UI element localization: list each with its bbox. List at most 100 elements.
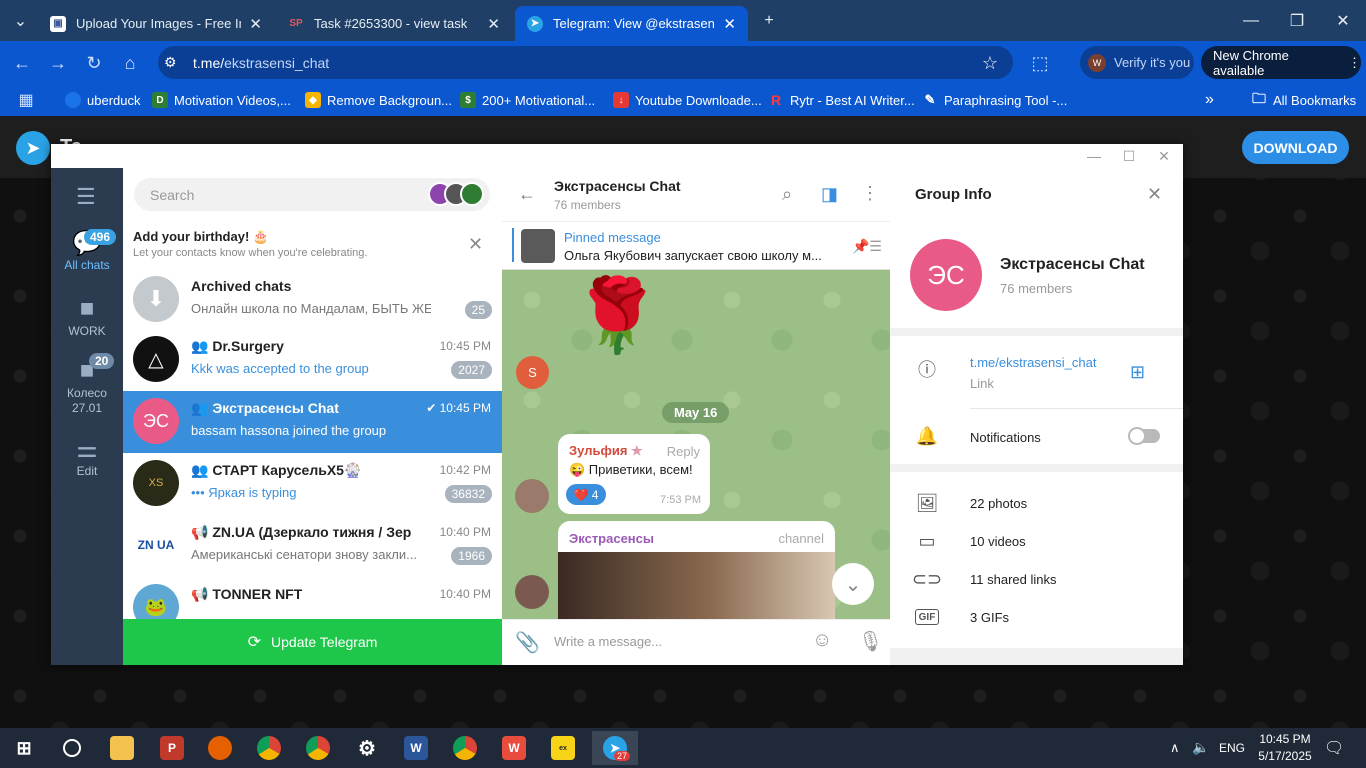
start-button[interactable]: ⊞ (4, 731, 44, 765)
channel-post-bubble[interactable]: Экстрасенсы channel (558, 521, 835, 619)
file-explorer-button[interactable] (102, 731, 142, 765)
bookmark-motivation[interactable]: D Motivation Videos,... (152, 90, 291, 110)
reaction-chip[interactable]: ❤️ 4 (566, 484, 606, 505)
emoji-icon[interactable]: ☺ (812, 629, 832, 652)
site-info-icon[interactable]: ⚙ (164, 54, 177, 71)
pinned-text: Ольга Якубович запускает свою школу м... (564, 248, 822, 263)
bookmark-youtube-downloader[interactable]: ↓ Youtube Downloade... (613, 90, 762, 110)
list-item-tonner[interactable]: 🐸 📢 TONNER NFT 10:40 PM (123, 577, 502, 619)
bookmark-remove-bg[interactable]: ◆ Remove Backgroun... (305, 90, 452, 110)
close-icon[interactable]: ✕ (468, 234, 483, 255)
show-hidden-icons-icon[interactable]: ∧ (1170, 740, 1180, 756)
firefox-button[interactable] (200, 731, 240, 765)
reload-icon[interactable]: ↻ (83, 52, 105, 74)
sender-avatar[interactable] (515, 575, 549, 609)
bookmark-200-motivational[interactable]: $200+ Motivational... (460, 90, 595, 110)
list-item-zn-ua[interactable]: ZN UA 📢 ZN.UA (Дзеркало тижня / Зеркал..… (123, 515, 502, 577)
media-gifs[interactable]: 3 GIFs (970, 610, 1009, 625)
bookmark-rytr[interactable]: R Rytr - Best AI Writer... (768, 90, 915, 110)
search-icon[interactable]: ⌕ (782, 184, 792, 205)
qr-code-icon[interactable]: ⊞ (1130, 362, 1145, 383)
forward-icon[interactable]: → (47, 52, 69, 74)
pin-list-icon[interactable]: 📌☰ (852, 238, 882, 255)
download-button[interactable]: DOWNLOAD (1242, 131, 1349, 164)
media-photos[interactable]: 22 photos (970, 496, 1027, 511)
archive-icon: ⬇ (133, 276, 179, 322)
tab-upload-images[interactable]: ▣ Upload Your Images - Free Image ✕ (38, 6, 274, 41)
notifications-toggle[interactable] (1128, 427, 1160, 445)
all-bookmarks-label: All Bookmarks (1273, 92, 1357, 108)
scroll-down-icon[interactable]: ⌄ (832, 563, 874, 605)
telegram-logo-icon[interactable]: ➤ (16, 131, 50, 165)
tg-close-button[interactable]: ✕ (1147, 146, 1181, 166)
language-indicator[interactable]: ENG (1219, 741, 1245, 755)
list-item-archived[interactable]: ⬇ Archived chats Онлайн школа по Мандала… (123, 269, 502, 331)
minimize-button[interactable]: — (1228, 0, 1274, 41)
back-arrow-icon[interactable]: ← (518, 184, 536, 205)
verify-profile-button[interactable]: W Verify it's you (1080, 46, 1194, 79)
attach-icon[interactable]: 📎 (515, 630, 540, 655)
chrome-profile-button[interactable] (249, 731, 289, 765)
chrome-button[interactable] (298, 731, 338, 765)
tg-maximize-button[interactable]: ☐ (1112, 146, 1146, 166)
restore-button[interactable]: ❐ (1274, 0, 1320, 41)
media-videos[interactable]: 10 videos (970, 534, 1026, 549)
message-bubble[interactable]: Зульфия ★ Reply 😜 Приветики, всем! ❤️ 4 … (558, 434, 710, 514)
home-icon[interactable]: ⌂ (119, 52, 141, 74)
close-icon[interactable]: ✕ (1147, 184, 1162, 205)
bookmark-uberduck[interactable]: uberduck (65, 90, 140, 110)
list-item-dr-surgery[interactable]: △ 👥 Dr.Surgery 10:45 PM Kkk was accepted… (123, 329, 502, 391)
video-icon: ▭ (918, 531, 936, 551)
bookmark-paraphrasing[interactable]: ✎ Paraphrasing Tool -... (922, 90, 1068, 110)
search-taskbar-button[interactable] (52, 731, 92, 765)
tab-search-button[interactable]: ⌄ (0, 0, 41, 41)
close-tab-icon[interactable]: ✕ (723, 15, 736, 33)
group-link[interactable]: t.me/ekstrasensi_chat (970, 355, 1096, 370)
exness-button[interactable]: ex (543, 731, 583, 765)
tg-minimize-button[interactable]: — (1077, 146, 1111, 166)
all-bookmarks[interactable]: 🗀 All Bookmarks (1251, 90, 1356, 110)
media-links[interactable]: 11 shared links (970, 572, 1056, 587)
apps-grid-icon[interactable]: ▦ (15, 89, 37, 111)
back-icon[interactable]: ← (11, 52, 33, 74)
more-options-icon[interactable]: ⋮ (861, 183, 879, 204)
list-item-ekstrasensy[interactable]: ЭС 👥 Экстрасенсы Chat ✔ 10:45 PM bassam … (123, 391, 502, 453)
system-clock[interactable]: 10:45 PM 5/17/2025 (1254, 731, 1316, 765)
new-chrome-button[interactable]: New Chrome available ⋮ (1201, 46, 1361, 79)
extensions-icon[interactable]: ⬚ (1029, 52, 1051, 74)
close-tab-icon[interactable]: ✕ (249, 15, 262, 33)
chat-time-text: 10:45 PM (439, 401, 491, 415)
message-input[interactable]: Write a message... (554, 634, 662, 649)
word-button[interactable]: W (396, 731, 436, 765)
notifications-label: Notifications (970, 430, 1041, 445)
conversation-title[interactable]: Экстрасенсы Chat (554, 178, 681, 194)
wps-button[interactable]: W (494, 731, 534, 765)
chrome-button-2[interactable] (445, 731, 485, 765)
hamburger-menu-icon[interactable]: ☰ (76, 184, 96, 210)
app-p-button[interactable]: P (152, 731, 192, 765)
link-label: Link (970, 376, 994, 391)
notification-center-icon[interactable]: 🗨 (1324, 738, 1344, 758)
new-tab-button[interactable]: + (746, 0, 792, 41)
list-item-start-karusel[interactable]: XS 👥 СТАРТ КарусельX5🎡 10:42 PM ••• Ярка… (123, 453, 502, 515)
folder-work[interactable]: ■ WORK (51, 294, 123, 338)
close-window-button[interactable]: ✕ (1320, 0, 1366, 41)
close-tab-icon[interactable]: ✕ (487, 15, 500, 33)
group-avatar[interactable]: ЭС (910, 239, 982, 311)
bookmark-star-icon[interactable]: ☆ (979, 52, 1001, 74)
tab-telegram[interactable]: ➤ Telegram: View @ekstrasensi_chat ✕ (515, 6, 748, 41)
more-bookmarks-icon[interactable]: » (1205, 90, 1214, 110)
sidebar-toggle-icon[interactable]: ◨ (821, 184, 838, 205)
sender-avatar[interactable] (515, 479, 549, 513)
settings-button[interactable]: ⚙ (347, 731, 387, 765)
story-avatar[interactable] (460, 182, 484, 206)
microphone-icon[interactable]: 🎙 (858, 629, 883, 654)
url-text[interactable]: t.me/ekstrasensi_chat (193, 55, 329, 71)
sender-avatar[interactable]: S (516, 356, 549, 389)
post-photo[interactable] (558, 552, 835, 619)
tab-task[interactable]: SP Task #2653300 - view task ✕ (276, 6, 512, 41)
volume-icon[interactable]: 🔈 (1192, 739, 1209, 756)
reply-button[interactable]: Reply (667, 444, 700, 459)
update-telegram-button[interactable]: ⟳ Update Telegram (123, 619, 502, 665)
folder-edit[interactable]: ⚌ Edit (51, 434, 123, 479)
